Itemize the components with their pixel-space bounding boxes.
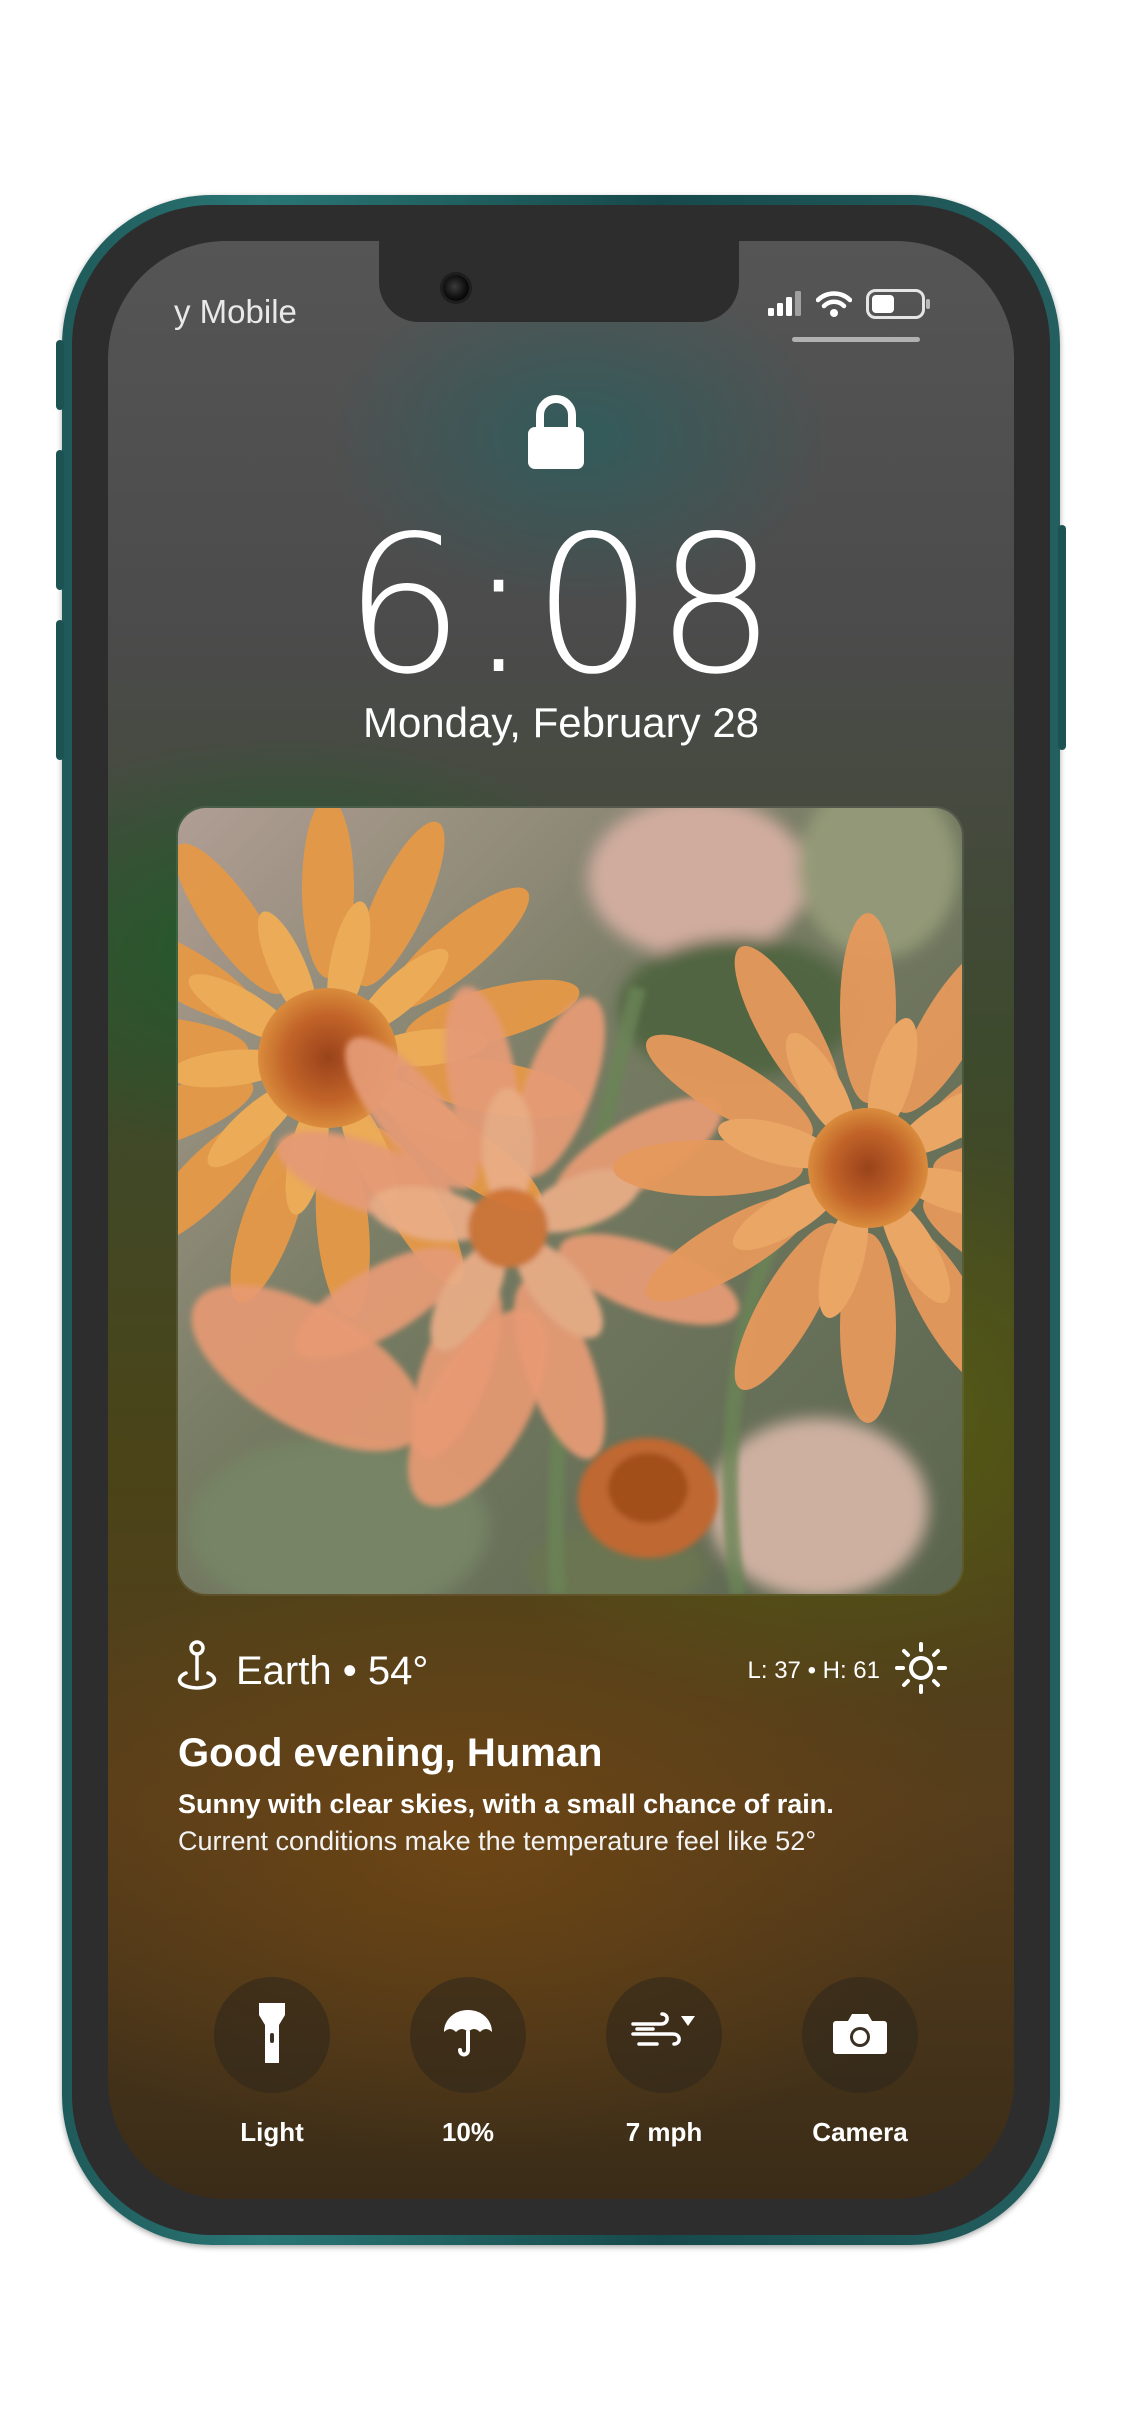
status-indicator-line	[792, 337, 920, 342]
status-icons	[768, 289, 932, 324]
flower-photo	[178, 808, 962, 1594]
battery-icon	[866, 289, 932, 324]
notch	[379, 241, 739, 322]
location-pin-icon	[174, 1639, 220, 1703]
camera-button[interactable]	[802, 1977, 918, 2093]
light-label: Light	[240, 2117, 304, 2147]
camera-icon	[832, 2011, 888, 2060]
camera-action[interactable]: Camera	[802, 1977, 918, 2148]
rain-chance-label: 10%	[441, 2117, 495, 2147]
flashlight-icon	[257, 2001, 287, 2070]
flower-photo-widget[interactable]	[178, 808, 962, 1594]
umbrella-icon	[442, 2006, 494, 2065]
volume-up-button	[56, 450, 64, 590]
wifi-icon	[815, 290, 853, 323]
wind-action[interactable]: 7 mph	[606, 1977, 722, 2148]
lock-screen: y Mobile 6:08 Monday, February 28 Earth …	[108, 241, 1014, 2199]
action-button	[56, 340, 64, 410]
weather-row: Earth • 54° L: 37 • H: 61	[174, 1640, 948, 1702]
power-button	[1058, 525, 1066, 750]
rain-chance-button[interactable]	[410, 1977, 526, 2093]
greeting: Good evening, Human	[178, 1731, 603, 1775]
volume-down-button	[56, 620, 64, 760]
location-temperature[interactable]: Earth • 54°	[174, 1639, 428, 1703]
wind-button[interactable]	[606, 1977, 722, 2093]
low-high: L: 37 • H: 61	[748, 1641, 948, 1702]
rain-chance-action[interactable]: 10%	[410, 1977, 526, 2148]
wind-label: 7 mph	[625, 2117, 703, 2147]
light-action[interactable]: Light	[214, 1977, 330, 2148]
lock-icon	[526, 391, 586, 471]
bezel: y Mobile 6:08 Monday, February 28 Earth …	[72, 205, 1050, 2235]
carrier-name: y Mobile	[174, 293, 297, 330]
weather-summary: Sunny with clear skies, with a small cha…	[178, 1789, 834, 1819]
phone-frame: y Mobile 6:08 Monday, February 28 Earth …	[56, 195, 1066, 2245]
cellular-signal-icon	[768, 291, 802, 322]
weather-detail: Current conditions make the temperature …	[178, 1826, 817, 1856]
low-high-text: L: 37 • H: 61	[747, 1657, 880, 1684]
location-temperature-text: Earth • 54°	[236, 1648, 429, 1693]
clock-date: Monday, February 28	[362, 699, 760, 746]
quick-actions: Light 10% 7 mph Camera	[108, 1977, 1014, 2167]
clock-time: 6:08	[343, 495, 779, 716]
front-camera	[443, 275, 469, 301]
sun-icon	[894, 1641, 948, 1702]
light-button[interactable]	[214, 1977, 330, 2093]
page: y Mobile 6:08 Monday, February 28 Earth …	[0, 0, 1125, 2436]
camera-label: Camera	[812, 2117, 908, 2147]
wind-icon	[629, 2010, 699, 2061]
